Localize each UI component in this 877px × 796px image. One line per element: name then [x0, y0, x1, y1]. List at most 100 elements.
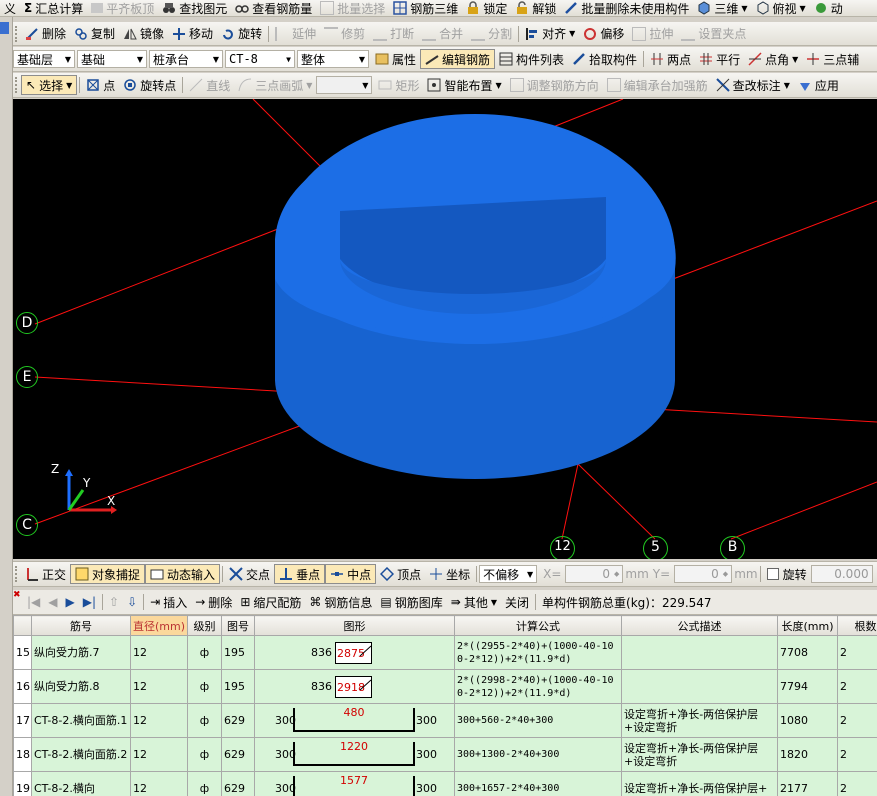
formula-desc-cell[interactable]: 设定弯折+净长-两倍保护层+设定弯折: [621, 703, 778, 738]
first-row-button[interactable]: |◀: [23, 592, 44, 612]
header-diameter[interactable]: 直径(mm): [130, 615, 188, 636]
trim-button[interactable]: 修剪: [320, 24, 369, 44]
other-dropdown[interactable]: ⇛ 其他 ▼: [447, 592, 501, 612]
adjust-rebar-direction-button[interactable]: 调整钢筋方向: [506, 75, 603, 95]
parallel-axis-button[interactable]: 平行: [695, 49, 744, 69]
bar-name-cell[interactable]: CT-8-2.横向面筋.1: [31, 703, 131, 738]
bar-name-cell[interactable]: CT-8-2.横向: [31, 771, 131, 796]
component-select[interactable]: CT-8 ▼: [225, 50, 295, 68]
unlock-button[interactable]: 解锁: [511, 0, 560, 16]
length-cell[interactable]: 7708: [777, 635, 838, 670]
count-cell[interactable]: 2: [837, 635, 877, 670]
length-cell[interactable]: 7794: [777, 669, 838, 704]
batch-delete-unused-button[interactable]: 批量删除未使用构件: [560, 0, 693, 16]
grade-cell[interactable]: ф: [187, 703, 222, 738]
header-count[interactable]: 根数: [837, 615, 877, 636]
left-tab-marker[interactable]: [0, 22, 9, 34]
prev-row-button[interactable]: ◀: [44, 592, 61, 612]
type-select[interactable]: 桩承台 ▼: [149, 50, 223, 68]
header-formula-desc[interactable]: 公式描述: [621, 615, 778, 636]
row-number[interactable]: 16: [13, 669, 32, 704]
extend-button[interactable]: 延伸: [271, 24, 320, 44]
formula-cell[interactable]: 2*((2998-2*40)+(1000-40-100-2*12))+2*(11…: [454, 669, 622, 704]
move-down-button[interactable]: ⇩: [123, 592, 141, 612]
fig-no-cell[interactable]: 629: [221, 771, 255, 796]
three-point-axis-button[interactable]: 三点辅: [802, 49, 863, 69]
arc-param-select[interactable]: ▼: [316, 76, 373, 94]
break-button[interactable]: 打断: [369, 24, 418, 44]
sum-calc-button[interactable]: Σ 汇总计算: [20, 0, 87, 16]
header-shape[interactable]: 图形: [254, 615, 455, 636]
formula-desc-cell[interactable]: 设定弯折+净长-两倍保护层+设定弯折: [621, 737, 778, 772]
last-row-button[interactable]: ▶|: [79, 592, 100, 612]
select-dropdown[interactable]: ↖ 选择 ▼: [21, 75, 78, 95]
row-number[interactable]: 15: [13, 635, 32, 670]
delete-row-button[interactable]: → 删除: [191, 592, 236, 612]
shape-cell[interactable]: 836 2918: [254, 669, 455, 704]
close-panel-icon[interactable]: ✖: [13, 590, 21, 600]
offset-mode-select[interactable]: 不偏移 ▼: [479, 565, 538, 583]
rectangle-button[interactable]: 矩形: [374, 75, 423, 95]
fig-no-cell[interactable]: 195: [221, 635, 255, 670]
formula-cell[interactable]: 2*((2955-2*40)+(1000-40-100-2*12))+2*(11…: [454, 635, 622, 670]
diameter-cell[interactable]: 12: [130, 771, 188, 796]
pick-component-button[interactable]: 拾取构件: [568, 49, 641, 69]
category-select[interactable]: 基础 ▼: [77, 50, 147, 68]
grade-cell[interactable]: ф: [187, 635, 222, 670]
diameter-cell[interactable]: 12: [130, 635, 188, 670]
next-row-button[interactable]: ▶: [62, 592, 79, 612]
toolbar1-item-0[interactable]: 义: [0, 0, 20, 16]
close-button[interactable]: 关闭: [501, 592, 533, 612]
check-annotation-dropdown[interactable]: 查改标注 ▼: [712, 75, 794, 95]
grade-cell[interactable]: ф: [187, 771, 222, 796]
rebar-info-button[interactable]: ⌘ 钢筋信息: [305, 592, 376, 612]
three-point-arc-button[interactable]: 三点画弧 ▼: [234, 75, 316, 95]
grade-cell[interactable]: ф: [187, 737, 222, 772]
perpendicular-snap-toggle[interactable]: 垂点: [274, 564, 326, 584]
rotate-button[interactable]: 旋转: [217, 24, 266, 44]
count-cell[interactable]: 2: [837, 669, 877, 704]
formula-desc-cell[interactable]: 设定弯折+净长-两倍保护层+: [621, 771, 778, 796]
line-button[interactable]: 直线: [185, 75, 234, 95]
view-rebar-qty-button[interactable]: 查看钢筋量: [231, 0, 316, 16]
stretch-button[interactable]: 拉伸: [628, 24, 677, 44]
object-snap-toggle[interactable]: 对象捕捉: [70, 564, 146, 584]
dynamic-input-toggle[interactable]: 动态输入: [145, 564, 221, 584]
grade-cell[interactable]: ф: [187, 669, 222, 704]
row-number[interactable]: 18: [13, 737, 32, 772]
smart-layout-dropdown[interactable]: 智能布置 ▼: [423, 75, 505, 95]
shape-cell[interactable]: 300 1220 300: [254, 737, 455, 772]
header-length[interactable]: 长度(mm): [777, 615, 838, 636]
edit-rebar-button[interactable]: 编辑钢筋: [420, 49, 496, 69]
row-number[interactable]: 19: [13, 771, 32, 796]
point-angle-axis-dropdown[interactable]: 点角 ▼: [744, 49, 802, 69]
formula-cell[interactable]: 300+560-2*40+300: [454, 703, 622, 738]
formula-desc-cell[interactable]: [621, 635, 778, 670]
align-dropdown[interactable]: 对齐 ▼: [521, 24, 579, 44]
midpoint-snap-toggle[interactable]: 中点: [325, 564, 377, 584]
copy-button[interactable]: 复制: [70, 24, 119, 44]
3d-viewport[interactable]: D E C 12 5 B Z Y X: [13, 99, 877, 559]
length-cell[interactable]: 1820: [777, 737, 838, 772]
delete-button[interactable]: 删除: [21, 24, 70, 44]
formula-cell[interactable]: 300+1657-2*40+300: [454, 771, 622, 796]
move-up-button[interactable]: ⇧: [105, 592, 123, 612]
rotate-angle-input[interactable]: 0.000: [810, 565, 873, 583]
edit-cap-reinforcement-button[interactable]: 编辑承台加强筋: [603, 75, 712, 95]
table-row[interactable]: 15 纵向受力筋.7 12 ф 195 836 2875 2*((2955-2*…: [13, 635, 877, 670]
offset-button[interactable]: 偏移: [579, 24, 628, 44]
table-row[interactable]: 16 纵向受力筋.8 12 ф 195 836 2918 2*((2998-2*…: [13, 669, 877, 704]
ortho-toggle[interactable]: 正交: [21, 564, 70, 584]
rotate-point-button[interactable]: 旋转点: [119, 75, 180, 95]
batch-select-button[interactable]: 批量选择: [316, 0, 389, 16]
table-row[interactable]: 19 CT-8-2.横向 12 ф 629 300 1577 300 300+1…: [13, 771, 877, 796]
coordinate-snap-toggle[interactable]: 坐标: [425, 564, 474, 584]
formula-desc-cell[interactable]: [621, 669, 778, 704]
bar-name-cell[interactable]: CT-8-2.横向面筋.2: [31, 737, 131, 772]
shape-cell[interactable]: 300 480 300: [254, 703, 455, 738]
count-cell[interactable]: 2: [837, 737, 877, 772]
find-element-button[interactable]: 查找图元: [158, 0, 231, 16]
properties-button[interactable]: 属性: [371, 49, 420, 69]
diameter-cell[interactable]: 12: [130, 669, 188, 704]
y-coord-input[interactable]: 0 ◆: [674, 565, 733, 583]
